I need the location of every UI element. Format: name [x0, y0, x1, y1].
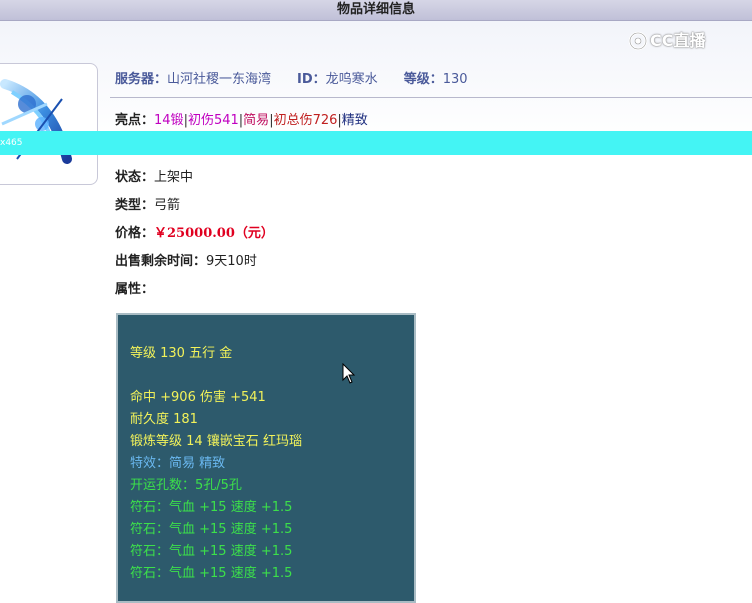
price-value: ￥25000.00（元）	[154, 226, 274, 241]
attr-row: 属性：	[115, 278, 154, 297]
highlight-item: 简易	[243, 113, 270, 128]
attribute-line: 锻炼等级 14 镶嵌宝石 红玛瑙	[130, 434, 302, 449]
highlight-item: 初总伤726	[273, 113, 338, 128]
attribute-line: 特效：简易 精致	[130, 456, 226, 471]
status-label: 状态：	[115, 170, 155, 185]
watermark: CC直播	[628, 28, 748, 52]
overlay-small-text: x465	[0, 138, 23, 148]
id-value: 龙呜寒水	[325, 72, 378, 87]
time-value: 9天10时	[206, 254, 257, 269]
window-title: 物品详细信息	[0, 0, 752, 21]
cc-logo-icon	[628, 31, 648, 50]
attribute-line: 开运孔数：5孔/5孔	[130, 478, 242, 493]
highlight-item: 精致	[341, 113, 368, 128]
attribute-box: 等级 130 五行 金 命中 +906 伤害 +541 耐久度 181 锻炼等级…	[116, 313, 416, 603]
mouse-cursor-icon	[342, 363, 356, 384]
price-label: 价格：	[115, 226, 155, 241]
price-row: 价格：￥25000.00（元）	[115, 222, 274, 241]
id-label: ID：	[297, 72, 326, 87]
time-label: 出售剩余时间：	[115, 254, 207, 269]
item-thumbnail[interactable]	[0, 63, 98, 185]
time-row: 出售剩余时间：9天10时	[115, 250, 257, 269]
attribute-line: 等级 130 五行 金	[130, 346, 233, 361]
attribute-line: 符石：气血 +15 速度 +1.5	[130, 500, 293, 515]
highlights-label: 亮点：	[115, 113, 155, 128]
type-value: 弓箭	[154, 198, 181, 213]
overlay-bar: x465	[0, 131, 752, 155]
highlight-item: 14锻	[154, 113, 184, 128]
watermark-text: CC直播	[650, 30, 706, 50]
attribute-line: 符石：气血 +15 速度 +1.5	[130, 566, 293, 581]
attribute-line: 命中 +906 伤害 +541	[130, 390, 266, 405]
attribute-line: 符石：气血 +15 速度 +1.5	[130, 544, 293, 559]
level-value: 130	[442, 72, 468, 87]
attr-label: 属性：	[115, 282, 155, 297]
highlight-item: 初伤541	[187, 113, 239, 128]
divider	[110, 97, 752, 98]
item-basic-info: 服务器：山河社稷一东海湾 ID：龙呜寒水 等级：130	[115, 68, 468, 87]
attribute-spacer	[130, 365, 414, 387]
attribute-line: 符石：气血 +15 速度 +1.5	[130, 522, 293, 537]
attribute-line: 耐久度 181	[130, 412, 198, 427]
status-row: 状态：上架中	[115, 166, 193, 185]
bow-weapon-icon	[0, 79, 72, 164]
server-value: 山河社稷一东海湾	[167, 72, 272, 87]
level-label: 等级：	[403, 72, 443, 87]
highlights-row: 亮点：14锻|初伤541|简易|初总伤726|精致	[115, 109, 368, 128]
type-label: 类型：	[115, 198, 155, 213]
status-value: 上架中	[154, 170, 194, 185]
type-row: 类型：弓箭	[115, 194, 180, 213]
server-label: 服务器：	[115, 72, 168, 87]
